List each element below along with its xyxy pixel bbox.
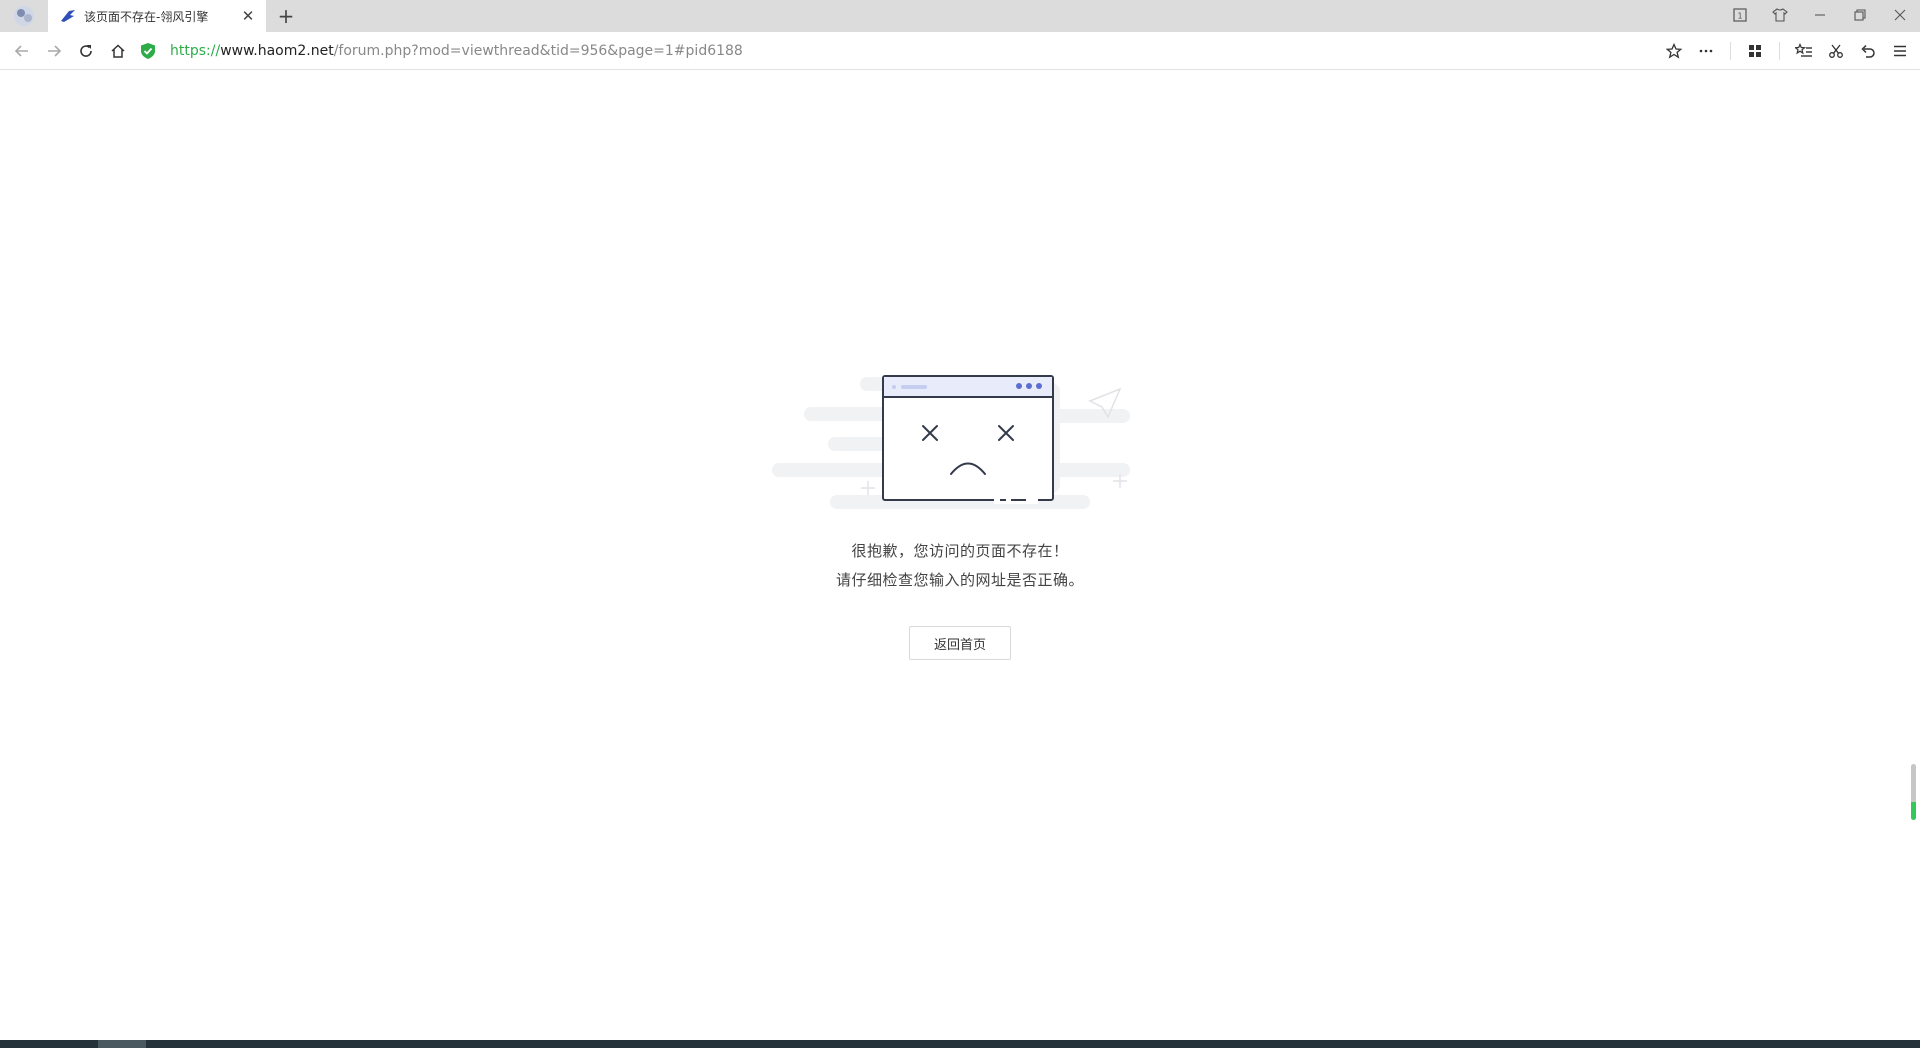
error-message-line2: 请仔细检查您输入的网址是否正确。 [835, 571, 1084, 589]
favorites-list-icon[interactable] [1788, 35, 1820, 67]
restore-button[interactable] [1840, 0, 1880, 30]
tab-title: 该页面不存在-翎风引擎 [84, 9, 209, 24]
scroll-indicator[interactable] [1911, 764, 1916, 820]
scroll-indicator-fill [1911, 802, 1916, 820]
page-content: 很抱歉，您访问的页面不存在！ 请仔细检查您输入的网址是否正确。 返回首页 [0, 71, 1920, 1040]
apps-grid-icon[interactable] [1739, 35, 1771, 67]
url-path: /forum.php?mod=viewthread&tid=956&page=1… [333, 43, 743, 59]
url-scheme: https:// [170, 43, 221, 59]
window-controls: 1 [1720, 0, 1920, 32]
toolbar-separator [1730, 42, 1731, 60]
more-options-icon[interactable] [1690, 35, 1722, 67]
toolbar-right [1658, 35, 1916, 67]
page-not-found-illustration-icon [772, 375, 1130, 509]
return-home-button[interactable]: 返回首页 [909, 626, 1011, 660]
minimize-button[interactable] [1800, 0, 1840, 30]
taskbar-active-app[interactable] [98, 1040, 146, 1048]
tab-close-icon[interactable]: ✕ [240, 7, 256, 25]
site-favicon-icon [60, 8, 76, 24]
bookmark-star-icon[interactable] [1658, 35, 1690, 67]
svg-text:1: 1 [1737, 12, 1742, 21]
undo-icon[interactable] [1852, 35, 1884, 67]
forward-button[interactable] [38, 35, 70, 67]
home-button[interactable] [102, 35, 134, 67]
navigation-bar: https://www.haom2.net/forum.php?mod=view… [0, 32, 1920, 70]
reload-button[interactable] [70, 35, 102, 67]
back-button[interactable] [6, 35, 38, 67]
tab-count-icon[interactable]: 1 [1720, 0, 1760, 30]
skin-shirt-icon[interactable] [1760, 0, 1800, 30]
menu-hamburger-icon[interactable] [1884, 35, 1916, 67]
toolbar-separator [1779, 42, 1780, 60]
active-tab[interactable]: 该页面不存在-翎风引擎 ✕ [48, 0, 266, 32]
secure-shield-icon [140, 41, 160, 61]
url-host: www.haom2.net [220, 43, 334, 59]
address-bar[interactable]: https://www.haom2.net/forum.php?mod=view… [140, 35, 1740, 67]
error-message-line1: 很抱歉，您访问的页面不存在！ [851, 542, 1069, 560]
close-window-button[interactable] [1880, 0, 1920, 30]
scissors-icon[interactable] [1820, 35, 1852, 67]
browser-logo[interactable] [8, 3, 40, 29]
tab-strip: 该页面不存在-翎风引擎 ✕ + 1 [0, 0, 1920, 32]
os-taskbar [0, 1040, 1920, 1048]
new-tab-button[interactable]: + [274, 4, 298, 28]
